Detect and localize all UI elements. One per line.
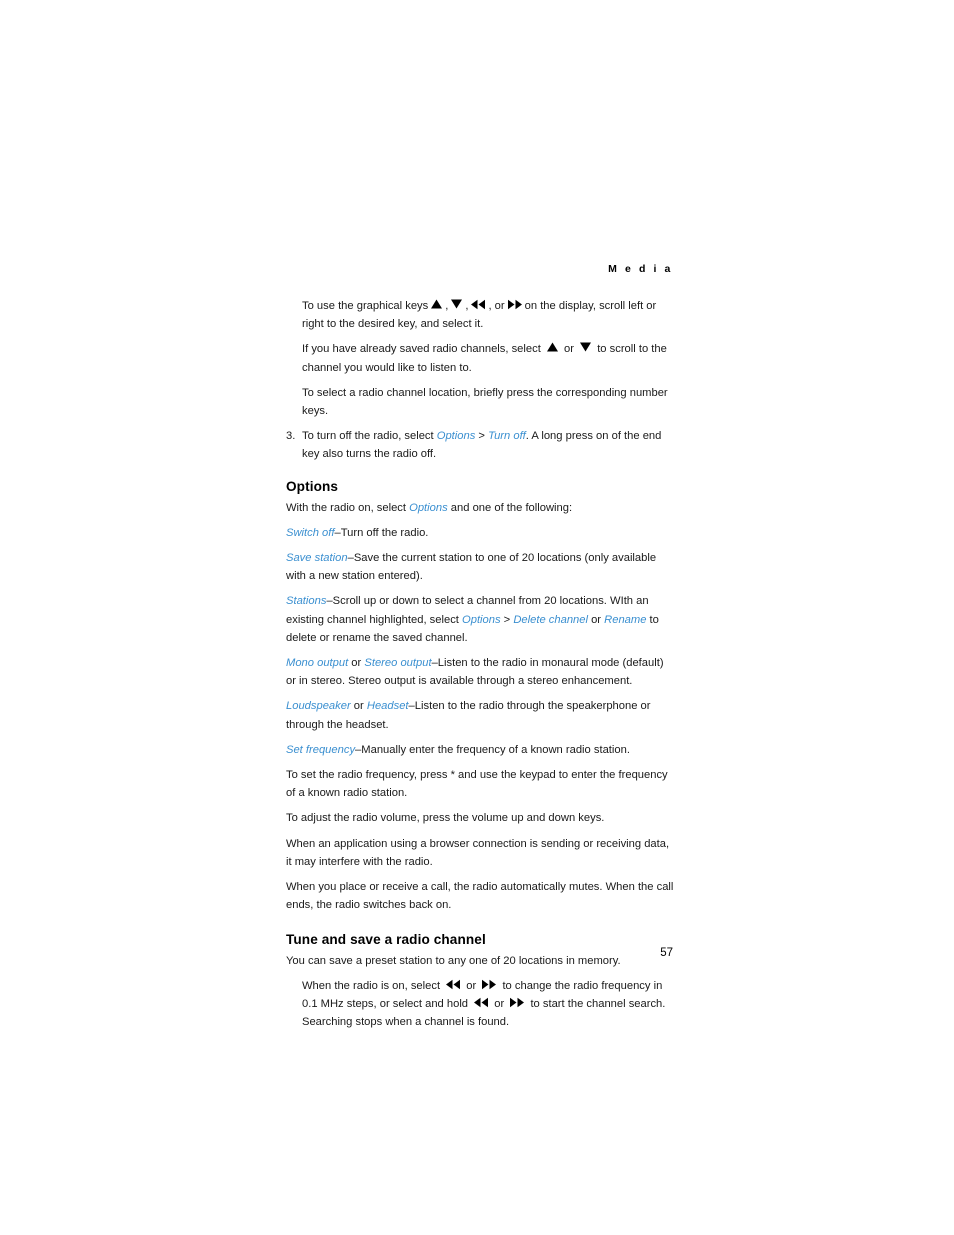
joiner: or bbox=[587, 613, 605, 626]
rewind-icon bbox=[445, 979, 461, 990]
link-turn-off[interactable]: Turn off bbox=[488, 430, 526, 442]
heading-options: Options bbox=[286, 478, 339, 494]
page-content: To use the graphical keys,,, or on the di… bbox=[286, 297, 674, 1038]
option-set-frequency: Set frequency–Manually enter the frequen… bbox=[286, 741, 674, 759]
separator: > bbox=[475, 430, 489, 443]
paragraph-options-intro: With the radio on, select Options and on… bbox=[286, 499, 674, 517]
option-save-station: Save station–Save the current station to… bbox=[286, 549, 674, 585]
option-stations: Stations–Scroll up or down to select a c… bbox=[286, 592, 674, 647]
fast-forward-icon bbox=[507, 299, 523, 310]
text-before-icons: If you have already saved radio channels… bbox=[302, 343, 541, 356]
list-item-number: 3. bbox=[286, 430, 296, 443]
option-loudspeaker-headset: Loudspeaker or Headset–Listen to the rad… bbox=[286, 697, 674, 733]
intro-text-b: and one of the following: bbox=[447, 501, 573, 514]
link-save-station[interactable]: Save station bbox=[286, 552, 348, 564]
option-mono-stereo-output: Mono output or Stereo output–Listen to t… bbox=[286, 654, 674, 690]
option-switch-off: Switch off–Turn off the radio. bbox=[286, 524, 674, 542]
running-head: M e d i a bbox=[608, 263, 673, 275]
paragraph-tune-instruction: When the radio is on, select or to chang… bbox=[302, 977, 674, 1032]
list-item: 3. To turn off the radio, select Options … bbox=[286, 427, 674, 463]
link-delete-channel[interactable]: Delete channel bbox=[513, 614, 588, 626]
text-before-icons: To use the graphical keys bbox=[302, 300, 429, 312]
instruction-text-a: When the radio is on, select bbox=[302, 979, 441, 992]
fast-forward-icon bbox=[509, 997, 525, 1008]
link-switch-off[interactable]: Switch off bbox=[286, 527, 335, 539]
paragraph-saved-channels: If you have already saved radio channels… bbox=[302, 341, 667, 374]
joiner: or bbox=[350, 700, 367, 713]
paragraph-set-frequency-howto: To set the radio frequency, press * and … bbox=[286, 769, 668, 800]
link-stations[interactable]: Stations bbox=[286, 595, 326, 607]
rewind-icon bbox=[473, 997, 489, 1008]
link-mono-output[interactable]: Mono output bbox=[286, 657, 348, 669]
numbered-list: 3. To turn off the radio, select Options … bbox=[286, 427, 674, 463]
joiner: or bbox=[348, 657, 365, 670]
paragraph-channel-location: To select a radio channel location, brie… bbox=[302, 386, 668, 418]
list-item-text-a: To turn off the radio, select bbox=[302, 430, 437, 443]
down-triangle-icon bbox=[450, 298, 463, 310]
up-triangle-icon bbox=[546, 341, 559, 353]
or-joiner: or bbox=[466, 979, 477, 992]
link-set-frequency[interactable]: Set frequency bbox=[286, 744, 355, 756]
up-triangle-icon bbox=[430, 298, 443, 310]
down-triangle-icon bbox=[579, 341, 592, 353]
separator: > bbox=[500, 613, 514, 626]
link-stereo-output[interactable]: Stereo output bbox=[364, 657, 431, 669]
page-number: 57 bbox=[660, 947, 673, 959]
or-joiner: or bbox=[494, 997, 505, 1010]
rewind-icon bbox=[470, 299, 486, 310]
link-options[interactable]: Options bbox=[462, 614, 501, 626]
option-body: Manually enter the frequency of a known … bbox=[361, 743, 630, 756]
link-rename[interactable]: Rename bbox=[604, 614, 646, 626]
fast-forward-icon bbox=[481, 979, 497, 990]
option-body: Turn off the radio. bbox=[340, 526, 429, 539]
paragraph-browser-interference: When an application using a browser conn… bbox=[286, 837, 670, 868]
link-options[interactable]: Options bbox=[437, 430, 476, 442]
link-options[interactable]: Options bbox=[409, 502, 448, 514]
intro-text-a: With the radio on, select bbox=[286, 501, 410, 514]
paragraph-graphical-keys: To use the graphical keys,,, or on the di… bbox=[302, 298, 657, 331]
document-page: M e d i a To use the graphical keys,,, o… bbox=[0, 0, 954, 1235]
paragraph-call-mutes-radio: When you place or receive a call, the ra… bbox=[286, 881, 674, 912]
link-loudspeaker[interactable]: Loudspeaker bbox=[286, 700, 351, 712]
link-headset[interactable]: Headset bbox=[367, 700, 409, 712]
paragraph-adjust-volume: To adjust the radio volume, press the vo… bbox=[286, 812, 605, 825]
